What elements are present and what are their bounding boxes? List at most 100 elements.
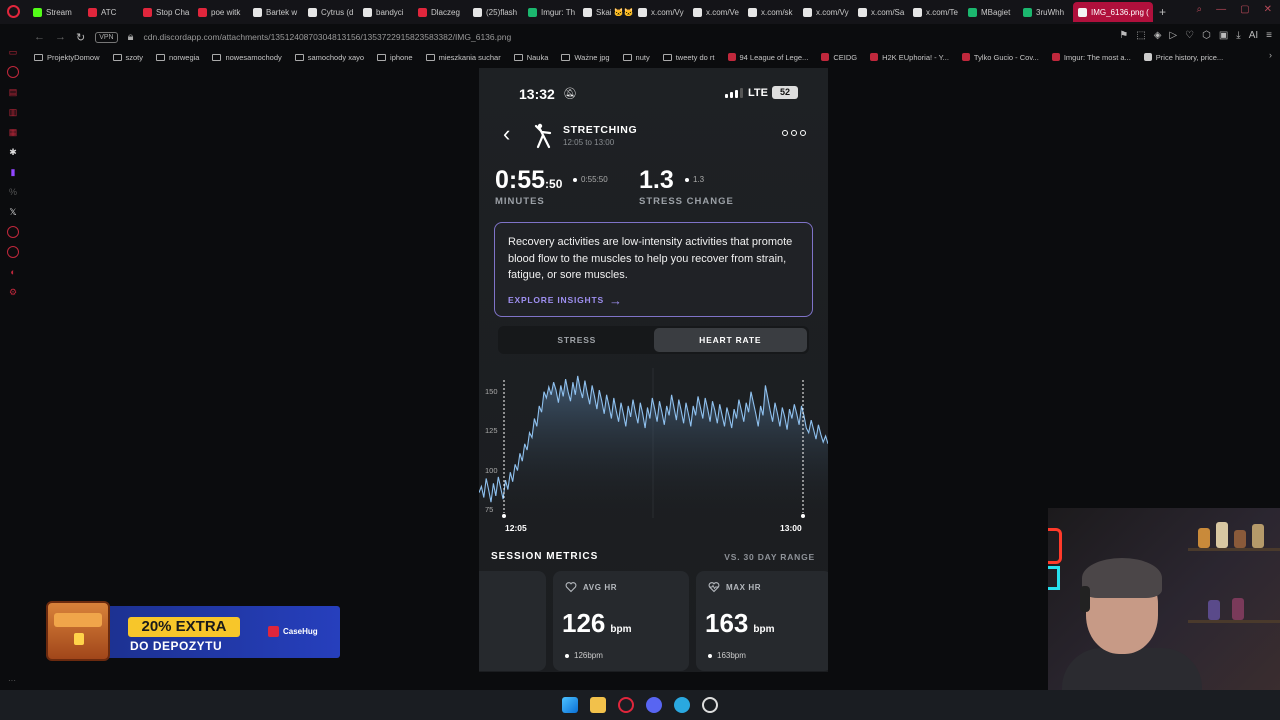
bookmark-item[interactable]: Imgur: The most a... [1051, 53, 1131, 62]
browser-tab[interactable]: Cytrus (d [303, 2, 358, 22]
clock-icon[interactable] [7, 246, 19, 258]
menu-icon[interactable]: ≡ [1266, 30, 1272, 41]
tab-label: IMG_6136.png ( [1091, 7, 1149, 17]
browser-tab[interactable]: MBagiet [963, 2, 1018, 22]
heart-outline-icon [565, 582, 577, 593]
browser-tab[interactable]: bandyci [358, 2, 413, 22]
player-icon[interactable] [7, 226, 19, 238]
chatgpt-icon[interactable]: ✱ [7, 146, 19, 158]
vpn-badge[interactable]: VPN [95, 31, 118, 43]
browser-tab[interactable]: Dlaczeg [413, 2, 468, 22]
browser-tab[interactable]: ATC [83, 2, 138, 22]
forward-nav-icon[interactable]: → [55, 31, 66, 43]
battery-icon: 52 [772, 86, 798, 99]
x-icon[interactable]: 𝕏 [7, 206, 19, 218]
browser-tab[interactable]: Skai 🐱🐱 [578, 2, 633, 22]
bookmark-item[interactable]: tweety do rt [662, 53, 715, 62]
metric-card-avg-hr[interactable]: AVG HR 126 bpm 126bpm [553, 571, 689, 671]
windows-start-icon[interactable] [562, 697, 578, 713]
wallet-icon[interactable]: ▣ [1219, 30, 1228, 41]
tab-active[interactable]: IMG_6136.png ( [1073, 2, 1153, 22]
shield-icon[interactable]: ◈ [1154, 30, 1162, 41]
browser-tab[interactable]: (25)flash [468, 2, 523, 22]
lock-icon[interactable]: 🔒︎ [128, 31, 134, 44]
downloads-icon[interactable]: ◐ [7, 266, 19, 278]
url-field[interactable]: cdn.discordapp.com/attachments/135124087… [143, 32, 511, 42]
bookmark-item[interactable]: szoty [112, 53, 143, 62]
browser-tab[interactable]: x.com/Te [908, 2, 963, 22]
bookmark-item[interactable]: Tylko Gucio - Cov... [961, 53, 1039, 62]
workspace-icon[interactable]: ▤ [7, 86, 19, 98]
bookmark-item[interactable]: samochody xayo [294, 53, 364, 62]
browser-tab[interactable]: poe witk [193, 2, 248, 22]
reload-icon[interactable]: ↻ [76, 31, 85, 44]
messenger-taskbar-icon[interactable] [674, 697, 690, 713]
bookmark-item[interactable]: 94 League of Lege... [727, 53, 808, 62]
bookmark-item[interactable]: CEIDG [821, 53, 857, 62]
bookmark-item[interactable]: Ważne jpg [561, 53, 610, 62]
play-icon[interactable]: ▷ [1169, 30, 1177, 41]
browser-tab[interactable]: Imgur: Th [523, 2, 578, 22]
discord-icon[interactable] [646, 697, 662, 713]
neon-sign-cyan [1048, 566, 1060, 590]
twitch-icon[interactable]: ▮ [7, 166, 19, 178]
browser-tab[interactable]: 3ruWhh [1018, 2, 1073, 22]
bookmark-item[interactable]: Nauka [513, 53, 548, 62]
browser-tab[interactable]: x.com/Vy [798, 2, 853, 22]
settings-icon[interactable]: ⚙ [7, 286, 19, 298]
metric-card-max-hr[interactable]: MAX HR 163 bpm 163bpm [696, 571, 828, 671]
opera-taskbar-icon[interactable] [618, 697, 634, 713]
bookmark-icon[interactable]: ⚑ [1119, 30, 1128, 41]
browser-tab[interactable]: Bartek w [248, 2, 303, 22]
browser-tab[interactable]: x.com/Vy [633, 2, 688, 22]
extensions-icon[interactable]: ⬡ [1202, 30, 1211, 41]
casehug-logo-icon [268, 626, 279, 637]
messenger-icon[interactable]: ▭ [7, 46, 19, 58]
bookmark-item[interactable]: mieszkania suchar [425, 53, 501, 62]
more-options-icon[interactable] [782, 130, 806, 136]
browser-tab[interactable]: Stream [28, 2, 83, 22]
percent-icon[interactable]: % [7, 186, 19, 198]
browser-tab[interactable]: Stop Cha [138, 2, 193, 22]
mail-icon[interactable]: ▦ [7, 126, 19, 138]
browser-tab[interactable]: x.com/Ve [688, 2, 743, 22]
download-icon[interactable]: ⤓ [1236, 30, 1240, 41]
tab-stress[interactable]: STRESS [500, 328, 654, 352]
bookmark-item[interactable]: Price history, price... [1143, 53, 1223, 62]
explore-insights-link[interactable]: EXPLORE INSIGHTS → [508, 293, 799, 308]
bookmark-item[interactable]: nuty [622, 53, 650, 62]
settings-taskbar-icon[interactable] [702, 697, 718, 713]
bookmark-item[interactable]: H2K EUphoria! - Y... [870, 53, 949, 62]
bookmarks-more-icon[interactable]: › [1269, 50, 1272, 60]
bookmark-item[interactable]: iphone [377, 53, 413, 62]
history-icon[interactable] [7, 66, 19, 78]
bookmark-item[interactable]: norwegia [156, 53, 199, 62]
search-tabs-icon[interactable]: ⌕ [1197, 4, 1203, 15]
new-tab-button[interactable]: + [1159, 5, 1166, 19]
ad-subtitle: DO DEPOZYTU [130, 639, 223, 653]
sidebar-more-icon[interactable]: ··· [8, 676, 16, 685]
minimize-icon[interactable]: — [1216, 4, 1226, 15]
toolbar-icons: ⚑ ⬚ ◈ ▷ ♡ ⬡ ▣ ⤓ AI ≡ [1119, 30, 1272, 41]
file-explorer-icon[interactable] [590, 697, 606, 713]
casehug-ad-banner[interactable]: 20% EXTRA DO DEPOZYTU CaseHug [46, 601, 340, 661]
bookmark-item[interactable]: ProjektyDomow [34, 53, 100, 62]
back-nav-icon[interactable]: ← [34, 31, 45, 43]
browser-tab[interactable]: x.com/Sa [853, 2, 908, 22]
signal-icon [725, 88, 743, 98]
back-icon[interactable]: ‹ [503, 122, 517, 146]
site-favicon-icon [870, 53, 879, 61]
heart-icon[interactable]: ♡ [1185, 30, 1194, 41]
bookmark-item[interactable]: nowesamochody [212, 53, 282, 62]
pinboard-icon[interactable]: ▥ [7, 106, 19, 118]
site-favicon-icon [821, 53, 830, 61]
tab-heart-rate[interactable]: HEART RATE [653, 328, 807, 352]
folder-icon [212, 53, 222, 61]
maximize-icon[interactable]: ▢ [1240, 4, 1249, 15]
snapshot-icon[interactable]: ⬚ [1136, 30, 1145, 41]
opera-logo-icon[interactable] [7, 5, 20, 18]
close-icon[interactable]: ✕ [1264, 4, 1272, 15]
metric-card-partial[interactable] [479, 571, 546, 671]
browser-tab[interactable]: x.com/sk [743, 2, 798, 22]
ai-button[interactable]: AI [1249, 30, 1258, 41]
